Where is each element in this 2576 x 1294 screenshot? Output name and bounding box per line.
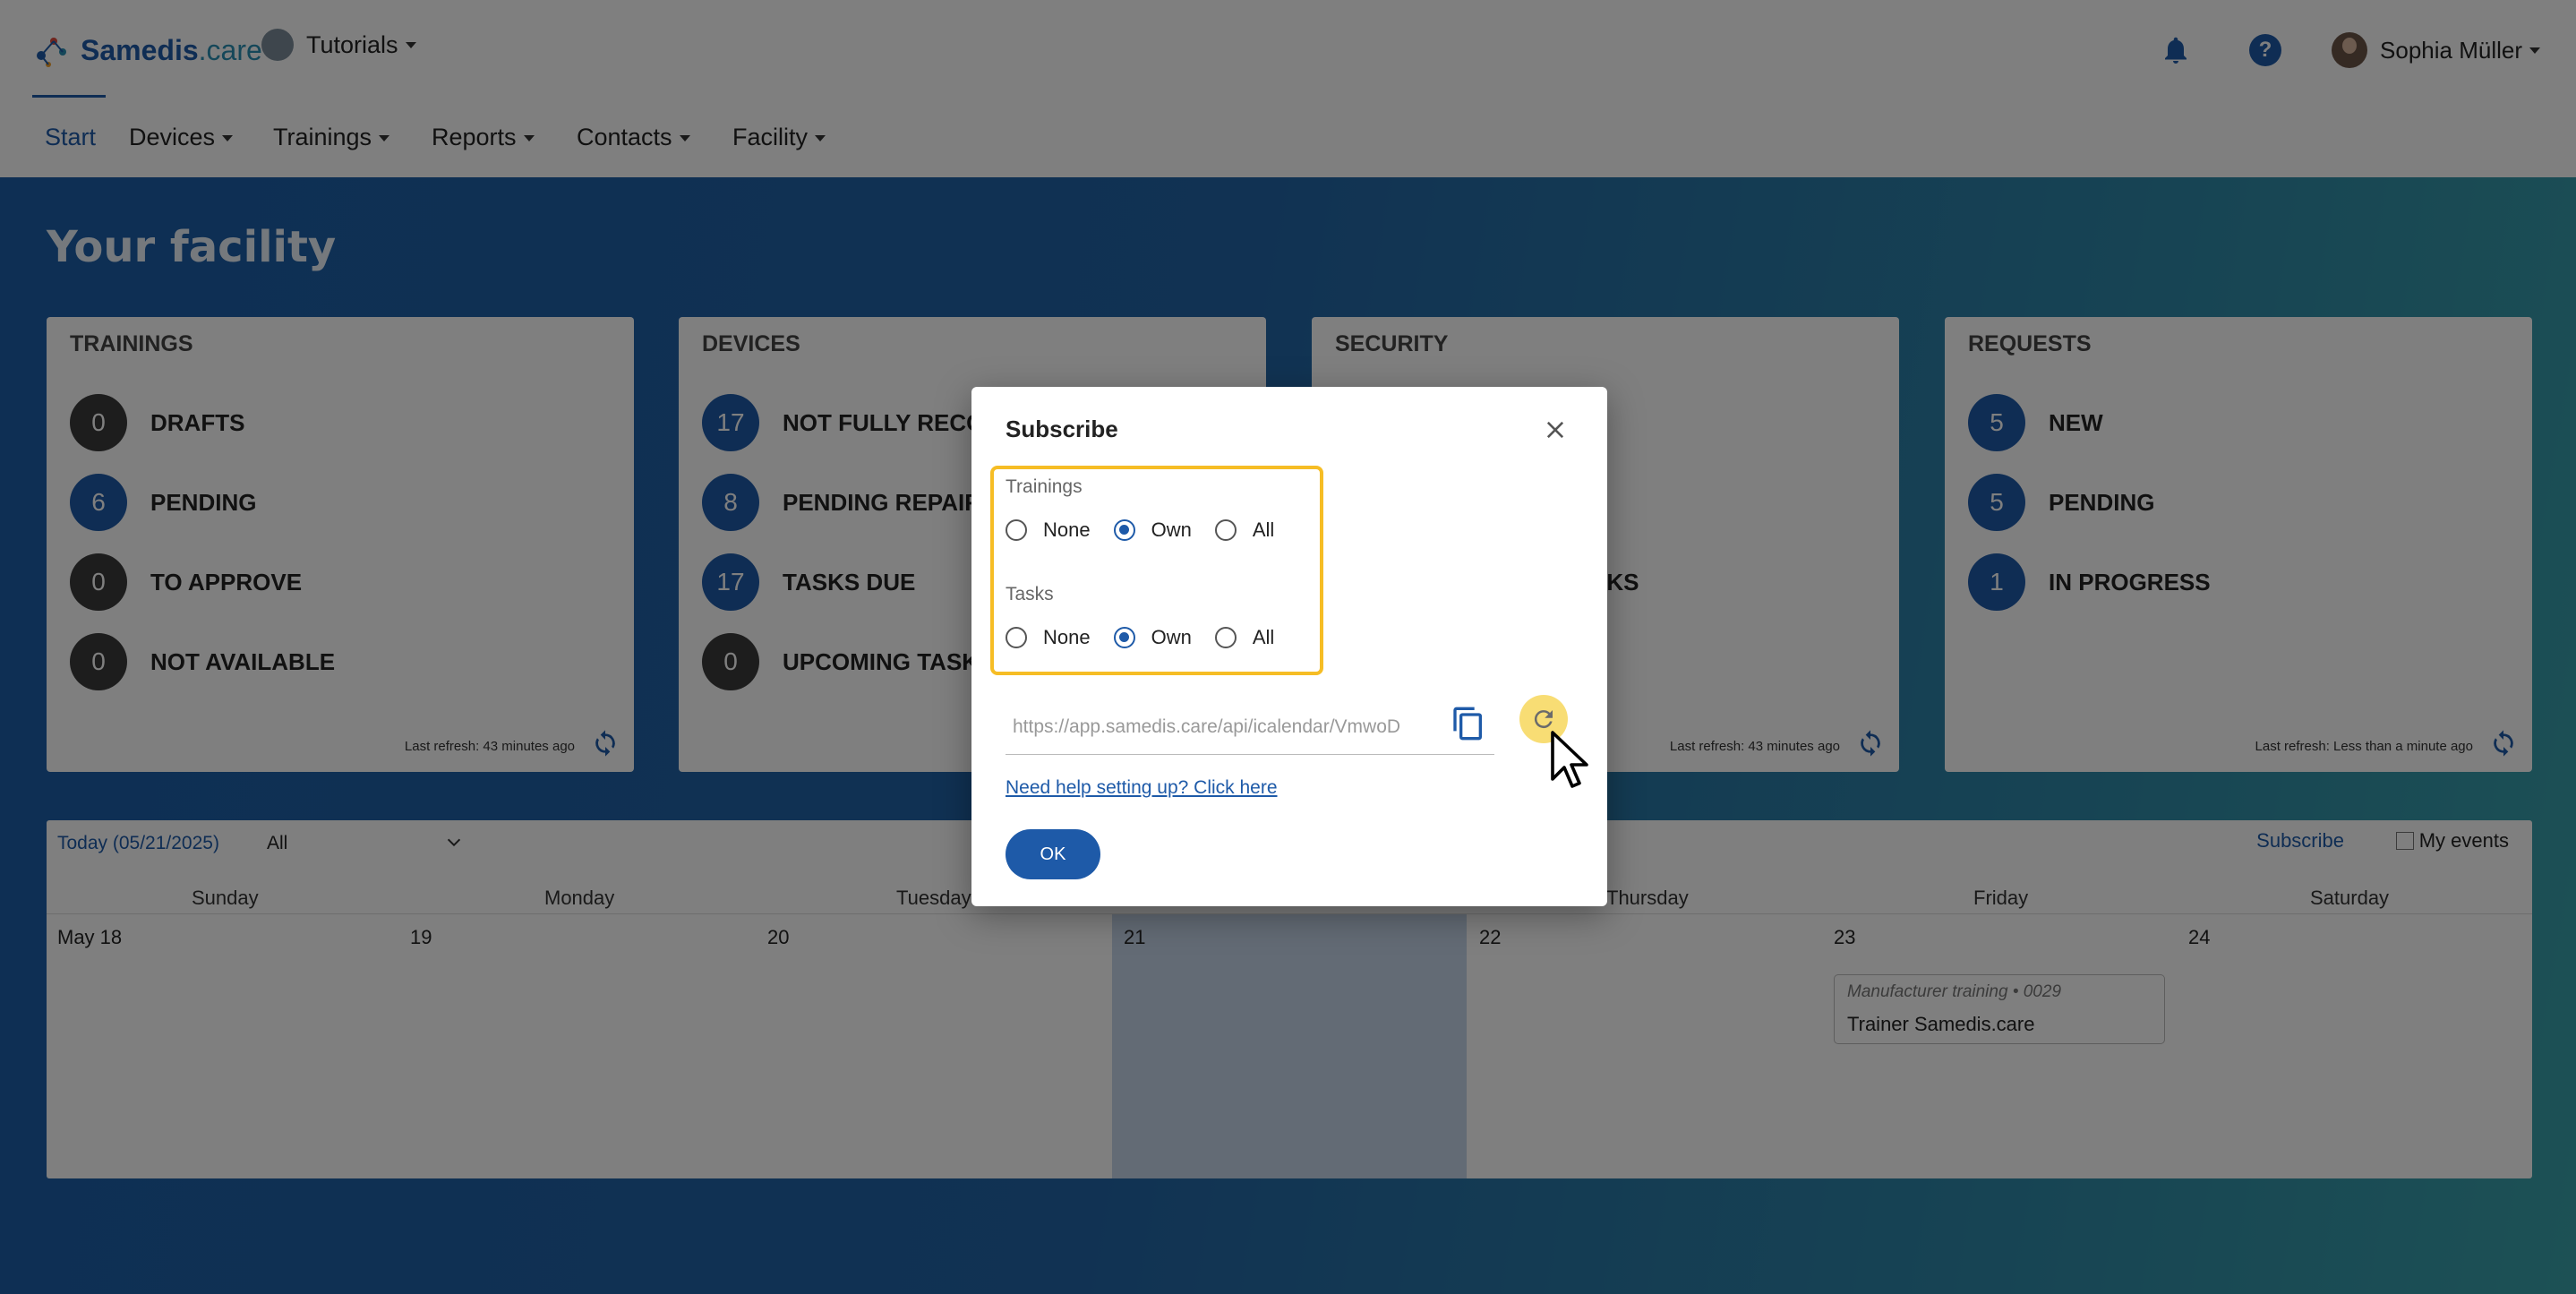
subscribe-dialog: Subscribe Trainings None Own All Tasks N… — [971, 387, 1607, 906]
radio-label: None — [1043, 626, 1091, 648]
trainings-own-radio[interactable] — [1113, 519, 1135, 541]
radio-label: None — [1043, 518, 1091, 541]
trainings-radio-group: None Own All — [1006, 512, 1297, 548]
refresh-icon — [1534, 710, 1553, 729]
calendar-url-text: https://app.samedis.care/api/icalendar/V… — [1013, 716, 1401, 737]
tasks-group-label: Tasks — [1006, 584, 1054, 604]
radio-label: Own — [1151, 626, 1192, 648]
copy-icon[interactable] — [1451, 706, 1486, 741]
tasks-none-radio[interactable] — [1006, 627, 1027, 648]
calendar-url-field[interactable]: https://app.samedis.care/api/icalendar/V… — [1006, 709, 1494, 755]
setup-help-link[interactable]: Need help setting up? Click here — [1006, 777, 1278, 799]
ok-button[interactable]: OK — [1006, 829, 1100, 879]
radio-label: All — [1252, 518, 1275, 541]
mouse-cursor-icon — [1551, 731, 1588, 788]
radio-label: All — [1252, 626, 1275, 648]
trainings-group-label: Trainings — [1006, 476, 1083, 497]
radio-label: Own — [1151, 518, 1192, 541]
tasks-all-radio[interactable] — [1214, 627, 1237, 648]
trainings-none-radio[interactable] — [1006, 519, 1027, 541]
close-icon[interactable] — [1543, 417, 1568, 442]
tasks-own-radio[interactable] — [1113, 627, 1135, 648]
tasks-radio-group: None Own All — [1006, 620, 1297, 656]
dialog-title: Subscribe — [1006, 416, 1118, 442]
trainings-all-radio[interactable] — [1214, 519, 1237, 541]
